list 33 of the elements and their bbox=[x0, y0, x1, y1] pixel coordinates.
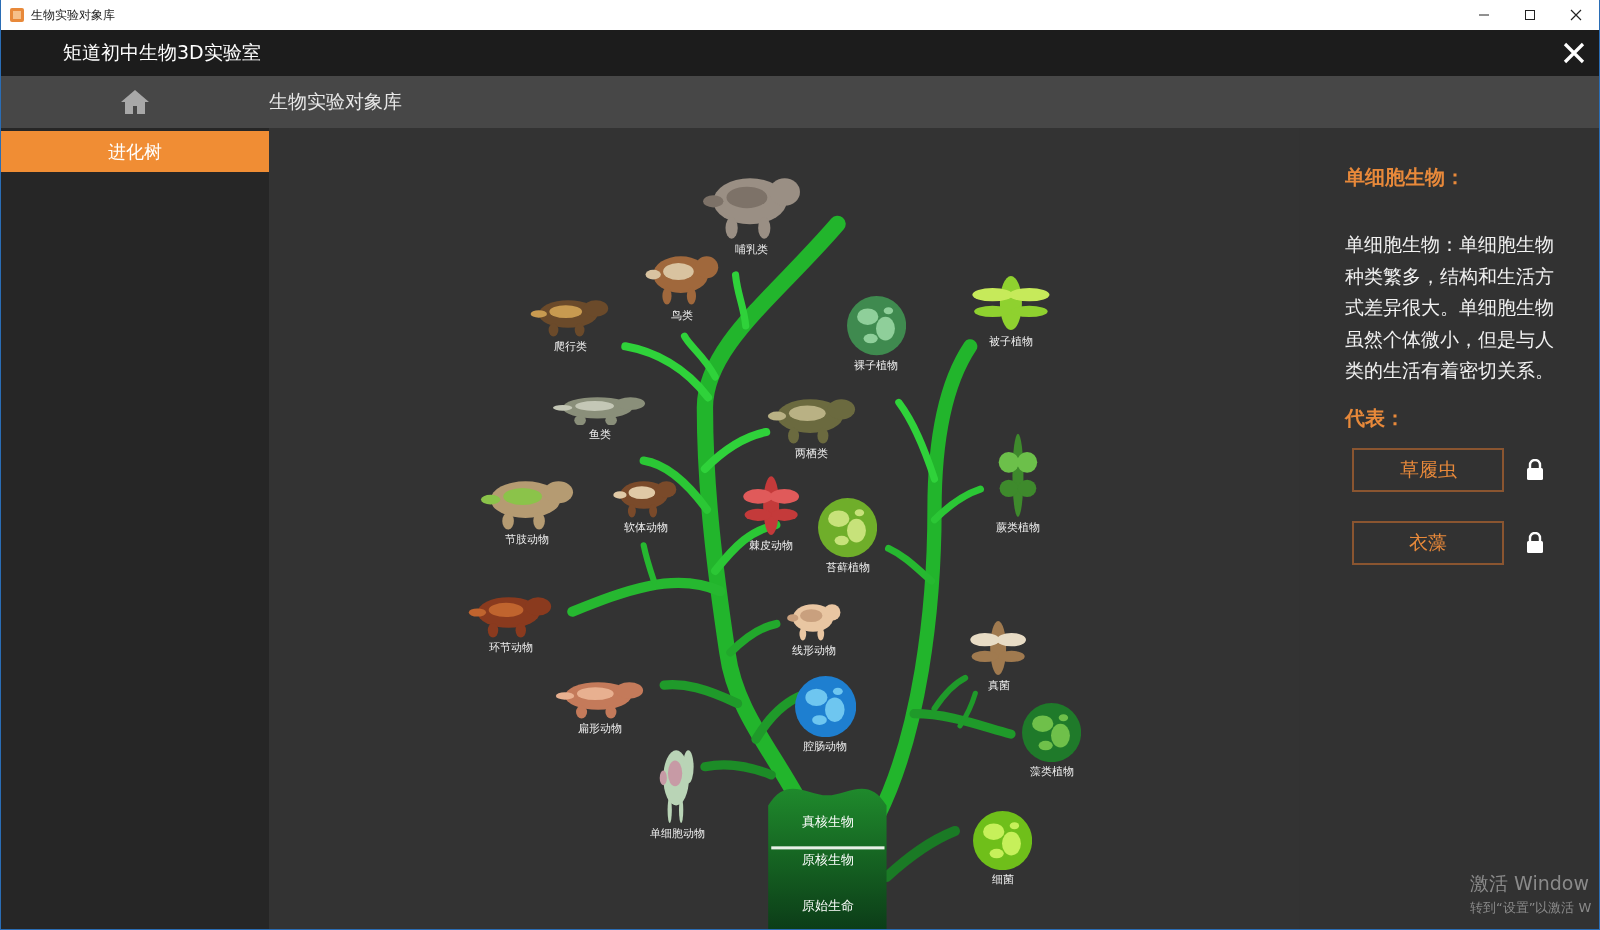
app-icon bbox=[9, 7, 25, 23]
organism-button[interactable]: 被子植物 bbox=[960, 275, 1061, 349]
organism-button[interactable]: 腔肠动物 bbox=[775, 676, 876, 755]
organism-button[interactable]: 软体动物 bbox=[595, 472, 696, 536]
organism-button[interactable]: 环节动物 bbox=[460, 587, 561, 656]
section-heading: 单细胞生物： bbox=[1345, 164, 1466, 191]
organism-button[interactable]: 两栖类 bbox=[761, 387, 862, 461]
trunk-label: 原始生命 bbox=[801, 898, 854, 914]
trunk-label: 真核生物 bbox=[801, 814, 854, 830]
organism-button[interactable]: 线形动物 bbox=[763, 594, 864, 658]
organism-button[interactable]: 蕨类植物 bbox=[967, 431, 1068, 536]
close-icon bbox=[1563, 42, 1585, 64]
description-text: 单细胞生物：单细胞生物种类繁多，结构和生活方式差异很大。单细胞生物虽然个体微小，但是与人类的生活有着密切关系。 bbox=[1345, 232, 1555, 383]
window-title: 生物实验对象库 bbox=[31, 6, 115, 24]
home-button[interactable] bbox=[120, 88, 150, 116]
trunk-label: 原核生物 bbox=[801, 852, 854, 868]
organism-button[interactable]: 真菌 bbox=[948, 620, 1049, 694]
organism-button[interactable]: 裸子植物 bbox=[826, 296, 927, 373]
home-icon bbox=[120, 88, 150, 116]
app-title: 矩道初中生物3D实验室 bbox=[63, 40, 261, 65]
organism-button[interactable]: 节肢动物 bbox=[477, 468, 578, 548]
page-title: 生物实验对象库 bbox=[269, 89, 402, 114]
close-icon bbox=[1570, 9, 1582, 21]
activation-notice: 激活 Window bbox=[1470, 871, 1590, 896]
representative-button[interactable]: 衣藻 bbox=[1352, 520, 1504, 565]
organism-button[interactable]: 细菌 bbox=[952, 810, 1053, 887]
section-heading: 代表： bbox=[1345, 404, 1406, 432]
representative-button[interactable]: 草履虫 bbox=[1352, 447, 1504, 492]
organism-button[interactable]: 爬行类 bbox=[520, 290, 620, 354]
organism-button[interactable]: 藻类植物 bbox=[1001, 702, 1102, 779]
maximize-icon bbox=[1524, 9, 1536, 21]
organism-button[interactable]: 鱼类 bbox=[549, 389, 650, 443]
activation-notice: 转到“设置”以激活 W bbox=[1470, 899, 1592, 917]
